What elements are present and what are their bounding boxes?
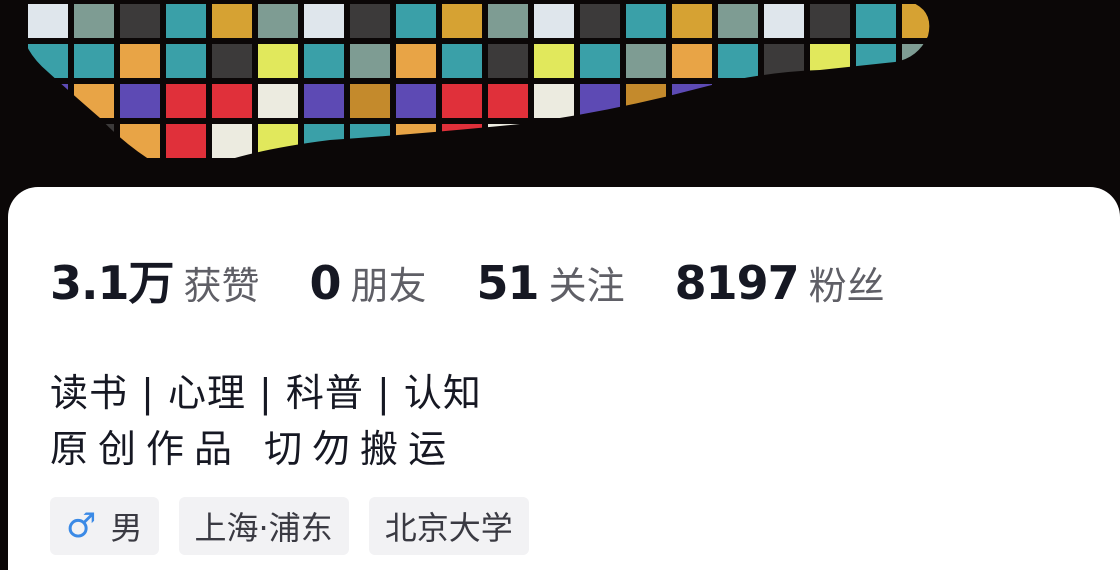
mosaic-tile [396, 44, 436, 78]
mosaic-tile [488, 44, 528, 78]
gender-tag: ♂ 男 [50, 497, 159, 555]
mosaic-tile [304, 44, 344, 78]
location-tag[interactable]: 上海·浦东 [178, 497, 349, 555]
mosaic-tile [442, 44, 482, 78]
mosaic-tile [718, 4, 758, 38]
mosaic-tile [534, 84, 574, 118]
stat-likes[interactable]: 3.1万 获赞 [50, 247, 260, 313]
mosaic-tile [304, 84, 344, 118]
mosaic-tile [856, 4, 896, 38]
friends-count: 0 [309, 256, 342, 310]
mosaic-tile [120, 44, 160, 78]
bio-line-notice: 原创作品 切勿搬运 [50, 427, 457, 471]
mosaic-tile [166, 44, 206, 78]
followers-label: 粉丝 [808, 264, 885, 308]
mosaic-tile [626, 4, 666, 38]
mosaic-tile [626, 44, 666, 78]
likes-count: 3.1万 [50, 256, 174, 310]
friends-label: 朋友 [350, 264, 427, 308]
mosaic-tile [350, 84, 390, 118]
profile-stats: 3.1万 获赞 0 朋友 51 关注 8197 粉丝 [50, 247, 935, 313]
mosaic-tile [672, 44, 712, 78]
mosaic-tile [166, 84, 206, 118]
male-icon: ♂ [66, 506, 97, 546]
mosaic-tile [166, 4, 206, 38]
stat-following[interactable]: 51 关注 [477, 255, 625, 310]
mosaic-tile [74, 4, 114, 38]
mosaic-tile [580, 44, 620, 78]
mosaic-tile [350, 4, 390, 38]
stat-friends[interactable]: 0 朋友 [310, 255, 427, 310]
mosaic-tile [258, 4, 298, 38]
mosaic-tile [810, 4, 850, 38]
school-tag[interactable]: 北京大学 [368, 497, 529, 555]
profile-banner[interactable] [0, 0, 1120, 200]
mosaic-tile [488, 4, 528, 38]
mosaic-tile [28, 4, 68, 38]
mosaic-tile [258, 84, 298, 118]
following-count: 51 [476, 256, 540, 310]
stat-followers[interactable]: 8197 粉丝 [675, 255, 885, 310]
mosaic-tile [488, 84, 528, 118]
profile-card: 3.1万 获赞 0 朋友 51 关注 8197 粉丝 读书 | 心理 | 科普 … [8, 187, 1120, 570]
mosaic-tile [166, 124, 206, 158]
banner-mosaic-image [0, 0, 1120, 200]
profile-bio: 读书 | 心理 | 科普 | 认知 原创作品 切勿搬运 [50, 365, 482, 477]
mosaic-tile [396, 84, 436, 118]
mosaic-tile [350, 44, 390, 78]
mosaic-tile [258, 44, 298, 78]
location-label: 上海·浦东 [194, 509, 333, 547]
mosaic-tile [442, 4, 482, 38]
mosaic-tile [534, 44, 574, 78]
mosaic-tile [212, 124, 252, 158]
mosaic-tile [212, 44, 252, 78]
mosaic-tile [672, 4, 712, 38]
followers-count: 8197 [674, 256, 800, 310]
mosaic-tile [580, 4, 620, 38]
likes-label: 获赞 [183, 264, 260, 308]
profile-page: 3.1万 获赞 0 朋友 51 关注 8197 粉丝 读书 | 心理 | 科普 … [0, 0, 1120, 570]
mosaic-tile [304, 4, 344, 38]
mosaic-tile [120, 4, 160, 38]
mosaic-tile [120, 84, 160, 118]
mosaic-tile [764, 4, 804, 38]
mosaic-tile [534, 4, 574, 38]
gender-label: 男 [110, 509, 143, 547]
following-label: 关注 [548, 264, 625, 308]
mosaic-tile [212, 4, 252, 38]
mosaic-tile [718, 44, 758, 78]
mosaic-tile [212, 84, 252, 118]
profile-tags: ♂ 男 上海·浦东 北京大学 [50, 497, 549, 555]
mosaic-tile [442, 84, 482, 118]
school-label: 北京大学 [384, 509, 513, 547]
mosaic-tile [74, 44, 114, 78]
bio-line-topics: 读书 | 心理 | 科普 | 认知 [50, 371, 482, 415]
mosaic-tile [396, 4, 436, 38]
